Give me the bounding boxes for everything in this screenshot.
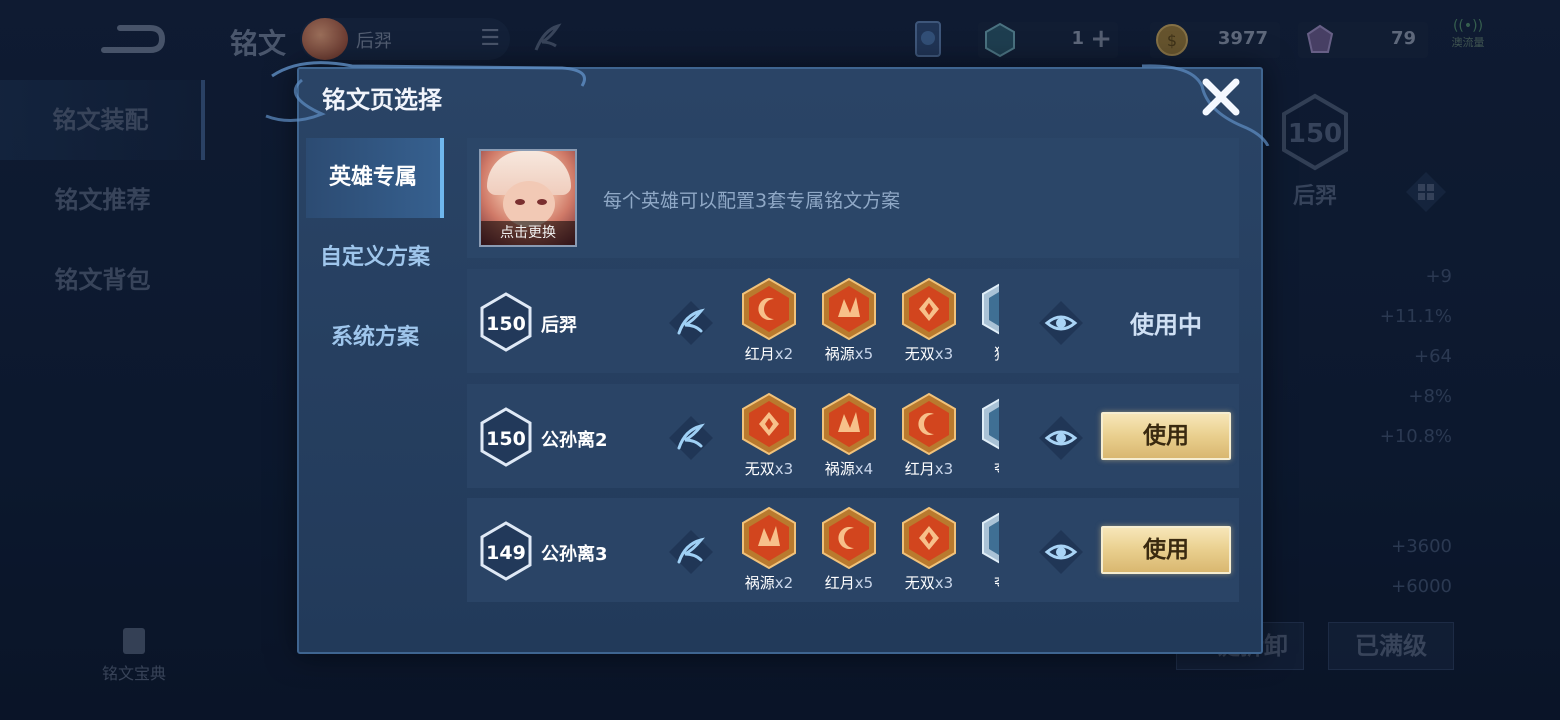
tab-system-scheme[interactable]: 系统方案 xyxy=(306,298,444,378)
red-rune-icon xyxy=(740,277,798,341)
blue-rune-icon xyxy=(980,506,999,570)
preview-eye-icon[interactable] xyxy=(1037,528,1085,576)
level-number: 149 xyxy=(486,542,526,564)
rune-page-row[interactable]: 149公孙离3祸源x2红月x5无双x3夺萃使用 xyxy=(467,498,1239,602)
rune-list: 祸源x2红月x5无双x3夺萃 xyxy=(737,498,999,602)
rune-name: 夺萃 xyxy=(994,574,999,592)
rune-list: 红月x2祸源x5无双x3狩猎 xyxy=(737,269,999,373)
preview-eye-icon[interactable] xyxy=(1037,414,1085,462)
rune-count: x2 xyxy=(774,574,794,592)
rune-item: 红月x3 xyxy=(897,392,961,479)
hero-portrait[interactable]: 点击更换 xyxy=(479,149,577,247)
rune-page-name: 后羿 xyxy=(541,315,577,336)
rune-name: 无双 xyxy=(744,460,775,478)
rename-feather-icon[interactable] xyxy=(667,414,715,462)
rune-count: x3 xyxy=(934,345,954,363)
rune-name: 祸源 xyxy=(824,345,855,363)
red-rune-icon xyxy=(820,506,878,570)
rune-count: x3 xyxy=(774,460,794,478)
rune-name: 红月 xyxy=(904,460,935,478)
red-rune-icon xyxy=(820,392,878,456)
rune-name: 狩猎 xyxy=(994,345,999,363)
close-icon[interactable] xyxy=(1198,74,1244,120)
rune-name: 红月 xyxy=(744,345,775,363)
rune-item: 夺萃 xyxy=(977,392,999,479)
red-rune-icon xyxy=(900,277,958,341)
rune-page-name: 公孙离3 xyxy=(541,544,608,565)
red-rune-icon xyxy=(900,392,958,456)
blue-rune-icon xyxy=(980,277,999,341)
hero-info-box: 点击更换 每个英雄可以配置3套专属铭文方案 xyxy=(467,138,1239,258)
rune-name: 红月 xyxy=(824,574,855,592)
rune-name: 祸源 xyxy=(824,460,855,478)
rune-name: 无双 xyxy=(904,574,935,592)
rune-name: 夺萃 xyxy=(994,460,999,478)
rune-item: 无双x3 xyxy=(897,506,961,593)
preview-eye-icon[interactable] xyxy=(1037,299,1085,347)
level-number: 150 xyxy=(486,428,526,450)
dialog-title: 铭文页选择 xyxy=(322,86,442,114)
info-text: 每个英雄可以配置3套专属铭文方案 xyxy=(603,190,901,212)
rune-item: 无双x3 xyxy=(897,277,961,364)
rune-item: 无双x3 xyxy=(737,392,801,479)
red-rune-icon xyxy=(820,277,878,341)
rune-list: 无双x3祸源x4红月x3夺萃 xyxy=(737,384,999,488)
rename-feather-icon[interactable] xyxy=(667,528,715,576)
rune-count: x3 xyxy=(934,460,954,478)
change-hero-caption: 点击更换 xyxy=(481,221,575,245)
red-rune-icon xyxy=(740,506,798,570)
level-badge-icon: 150 xyxy=(480,407,532,467)
use-button[interactable]: 使用 xyxy=(1101,412,1231,460)
rune-count: x2 xyxy=(774,345,794,363)
rune-count: x5 xyxy=(854,345,874,363)
rune-item: 夺萃 xyxy=(977,506,999,593)
rune-item: 红月x5 xyxy=(817,506,881,593)
rune-item: 祸源x5 xyxy=(817,277,881,364)
rune-item: 红月x2 xyxy=(737,277,801,364)
rune-count: x5 xyxy=(854,574,874,592)
in-use-status: 使用中 xyxy=(1130,311,1202,339)
rune-page-name: 公孙离2 xyxy=(541,430,608,451)
red-rune-icon xyxy=(740,392,798,456)
rune-name: 无双 xyxy=(904,345,935,363)
rune-page-row[interactable]: 150后羿红月x2祸源x5无双x3狩猎使用中 xyxy=(467,269,1239,373)
rune-name: 祸源 xyxy=(744,574,775,592)
rune-count: x4 xyxy=(854,460,874,478)
use-button[interactable]: 使用 xyxy=(1101,526,1231,574)
rune-page-row[interactable]: 150公孙离2无双x3祸源x4红月x3夺萃使用 xyxy=(467,384,1239,488)
rune-item: 狩猎 xyxy=(977,277,999,364)
tab-hero-exclusive[interactable]: 英雄专属 xyxy=(306,138,444,218)
level-number: 150 xyxy=(486,313,526,335)
level-badge-icon: 150 xyxy=(480,292,532,352)
tab-custom-scheme[interactable]: 自定义方案 xyxy=(306,218,444,298)
dialog-tabs: 英雄专属 自定义方案 系统方案 xyxy=(306,138,444,378)
rename-feather-icon[interactable] xyxy=(667,299,715,347)
rune-item: 祸源x2 xyxy=(737,506,801,593)
red-rune-icon xyxy=(900,506,958,570)
blue-rune-icon xyxy=(980,392,999,456)
level-badge-icon: 149 xyxy=(480,521,532,581)
rune-item: 祸源x4 xyxy=(817,392,881,479)
rune-count: x3 xyxy=(934,574,954,592)
